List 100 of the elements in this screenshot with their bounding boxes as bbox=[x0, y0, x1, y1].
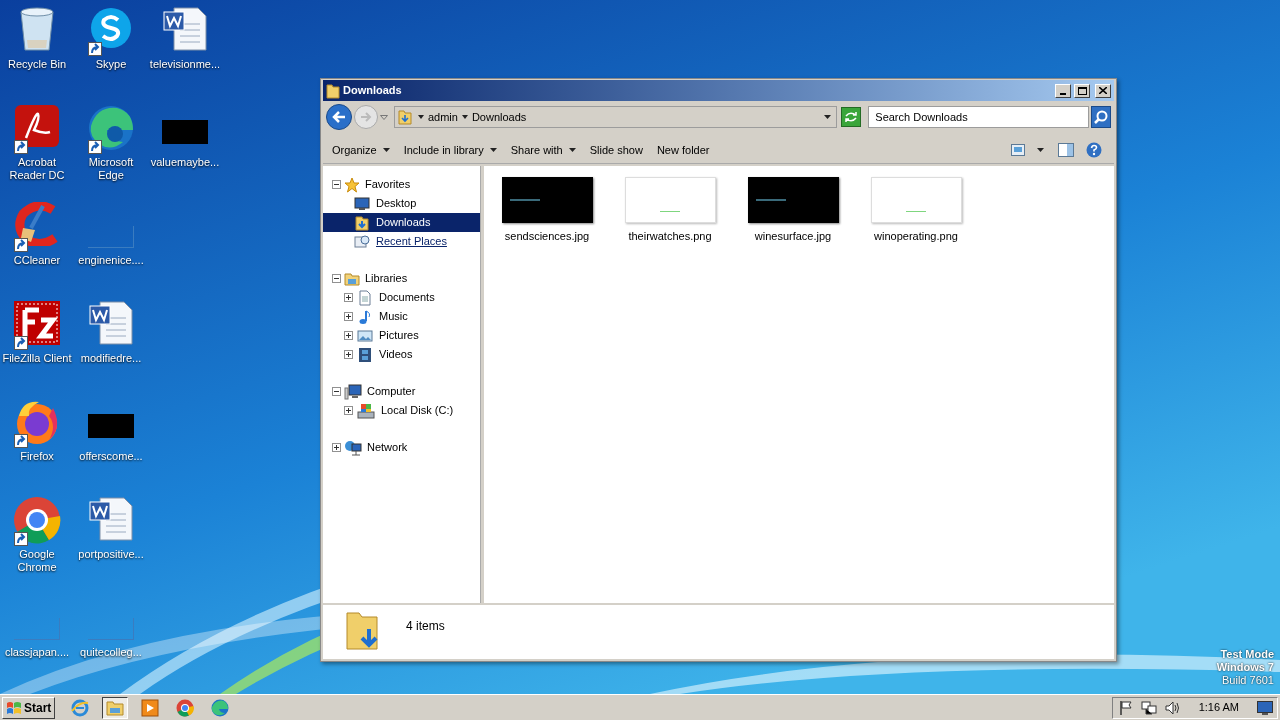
desktop-icon-label[interactable]: FileZilla Client bbox=[1, 352, 73, 365]
tree-item[interactable]: Downloads bbox=[323, 213, 480, 232]
file-name[interactable]: sendsciences.jpg bbox=[504, 228, 590, 245]
tree-item-label: Desktop bbox=[376, 196, 417, 212]
tree-item[interactable]: Recent Places bbox=[323, 232, 480, 251]
show-desktop-button[interactable] bbox=[1257, 700, 1273, 715]
expand-toggle[interactable] bbox=[344, 406, 353, 415]
taskbar-app[interactable] bbox=[102, 696, 129, 719]
play-icon bbox=[141, 698, 160, 717]
test-mode-notice: Build 7601 bbox=[1222, 674, 1274, 687]
item-count: 4 items bbox=[406, 618, 445, 635]
speaker-icon bbox=[1164, 699, 1181, 716]
tray-flag[interactable] bbox=[1118, 699, 1133, 716]
image-thumbnail bbox=[14, 618, 60, 640]
test-mode-notice: Test Mode bbox=[1220, 648, 1274, 661]
help-icon bbox=[1086, 142, 1102, 158]
refresh-button[interactable] bbox=[841, 107, 862, 127]
folder-icon bbox=[106, 699, 125, 716]
tray-volume[interactable] bbox=[1164, 699, 1181, 716]
expand-icon bbox=[344, 350, 353, 359]
desktop-icon-label[interactable]: Acrobat Reader DC bbox=[1, 156, 73, 182]
tree-item[interactable]: Documents bbox=[323, 288, 480, 307]
tree-item[interactable]: Videos bbox=[323, 345, 480, 364]
desktop-icon-label[interactable]: enginenice.... bbox=[75, 254, 147, 267]
maximize-button[interactable] bbox=[1074, 83, 1090, 98]
tree-item-label: Videos bbox=[379, 347, 413, 363]
desktop-icon-label[interactable]: televisionme... bbox=[149, 58, 221, 71]
tree-item[interactable]: Computer bbox=[367, 383, 416, 400]
view-button[interactable] bbox=[1011, 144, 1044, 156]
toolbar-button[interactable]: Organize bbox=[325, 139, 397, 161]
tree-item[interactable]: Pictures bbox=[323, 326, 480, 345]
document-icon bbox=[162, 6, 208, 52]
expand-toggle[interactable] bbox=[344, 312, 353, 321]
desktop-icon-label[interactable]: Recycle Bin bbox=[1, 58, 73, 71]
expand-icon bbox=[332, 443, 341, 452]
picture-icon bbox=[357, 327, 373, 344]
tree-item[interactable]: Local Disk (C:) bbox=[323, 401, 480, 420]
maximize-icon bbox=[1077, 86, 1087, 95]
expand-toggle[interactable] bbox=[344, 293, 353, 302]
close-button[interactable] bbox=[1095, 83, 1111, 98]
file-name[interactable]: winesurface.jpg bbox=[754, 228, 832, 245]
square-logo-icon bbox=[13, 300, 61, 346]
desktop-icon-label[interactable]: CCleaner bbox=[13, 254, 61, 267]
document-icon bbox=[357, 289, 373, 306]
tree-item[interactable]: Libraries bbox=[365, 270, 408, 287]
tray-network[interactable] bbox=[1140, 699, 1157, 716]
collapse-icon bbox=[332, 180, 341, 189]
start-button[interactable]: Start bbox=[2, 696, 56, 719]
file-name[interactable]: theirwatches.png bbox=[628, 228, 712, 245]
breadcrumb-item[interactable]: admin bbox=[427, 108, 458, 126]
tree-toggle[interactable] bbox=[332, 180, 341, 189]
tree-item[interactable]: Favorites bbox=[365, 176, 411, 193]
expand-toggle[interactable] bbox=[344, 350, 353, 359]
refresh-icon bbox=[844, 111, 859, 123]
address-bar[interactable]: admin Downloads bbox=[393, 106, 838, 128]
file-name[interactable]: winoperating.png bbox=[874, 228, 958, 245]
minimize-button[interactable] bbox=[1055, 83, 1071, 98]
circle-logo-icon bbox=[13, 496, 61, 544]
desktop-icon-label[interactable]: Google Chrome bbox=[1, 548, 73, 574]
expand-icon bbox=[344, 406, 353, 415]
desktop-icon-label[interactable]: valuemaybe... bbox=[149, 156, 221, 169]
history-dropdown[interactable] bbox=[379, 114, 390, 120]
desktop-icon-label[interactable]: Firefox bbox=[20, 450, 54, 463]
tree-item-label: Recent Places bbox=[376, 234, 447, 250]
search-button[interactable] bbox=[1091, 106, 1111, 128]
clock[interactable]: 1:16 AM bbox=[1198, 699, 1239, 716]
breadcrumb-item[interactable]: Downloads bbox=[471, 108, 527, 126]
help-button[interactable] bbox=[1086, 142, 1102, 158]
recent-places-icon bbox=[354, 233, 370, 250]
tree-item-label: Pictures bbox=[379, 328, 419, 344]
folder-icon bbox=[397, 109, 412, 125]
back-button[interactable] bbox=[326, 104, 352, 130]
music-note-icon bbox=[357, 308, 373, 325]
desktop-icon-label[interactable]: Skype bbox=[95, 58, 127, 71]
tree-item[interactable]: Network bbox=[367, 439, 408, 456]
tree-toggle[interactable] bbox=[332, 274, 341, 283]
tree-toggle[interactable] bbox=[332, 443, 341, 452]
caret-icon bbox=[824, 115, 832, 119]
minimize-icon bbox=[1060, 92, 1066, 95]
expand-toggle[interactable] bbox=[344, 331, 353, 340]
desktop-icon-label[interactable]: portpositive... bbox=[75, 548, 147, 561]
desktop-icon-label[interactable]: offerscome... bbox=[75, 450, 147, 463]
breadcrumb-arrow-icon bbox=[417, 115, 424, 119]
toolbar-button[interactable]: Share with bbox=[503, 139, 583, 161]
toolbar-button[interactable]: New folder bbox=[649, 139, 717, 161]
tree-item-label: Local Disk (C:) bbox=[381, 403, 454, 419]
tree-item[interactable]: Music bbox=[323, 307, 480, 326]
tree-item[interactable]: Desktop bbox=[323, 194, 480, 213]
toolbar-button[interactable]: Slide show bbox=[582, 139, 650, 161]
caret-icon bbox=[379, 114, 388, 120]
preview-pane-button[interactable] bbox=[1058, 143, 1074, 157]
back-arrow-icon bbox=[332, 111, 346, 123]
caret-icon bbox=[489, 148, 497, 152]
test-mode-notice: Windows 7 bbox=[1216, 661, 1274, 674]
desktop-icon-label[interactable]: Microsoft Edge bbox=[75, 156, 147, 182]
search-field[interactable]: Search Downloads bbox=[868, 106, 1089, 128]
toolbar-button[interactable]: Include in library bbox=[396, 139, 504, 161]
caret-icon bbox=[568, 148, 576, 152]
tree-toggle[interactable] bbox=[332, 387, 341, 396]
desktop-icon-label[interactable]: modifiedre... bbox=[75, 352, 147, 365]
